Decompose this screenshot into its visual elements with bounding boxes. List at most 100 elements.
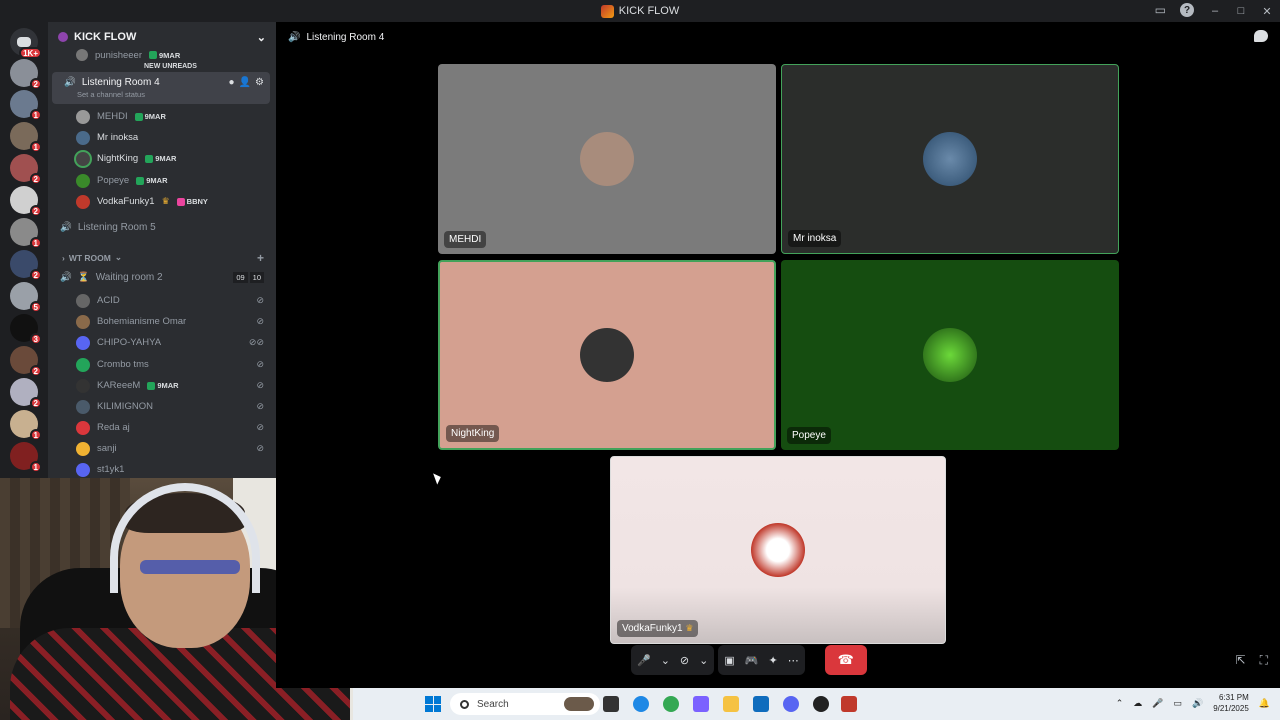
member-row[interactable]: ACID ⊘: [48, 290, 276, 311]
popout-icon[interactable]: ⇱: [1236, 653, 1246, 668]
channel-sidebar: KICK FLOW ⌄ punisheeer 9MAR NEW UNREADS …: [48, 22, 276, 478]
search-box[interactable]: Search: [450, 693, 600, 715]
role-icon: [176, 197, 185, 206]
member-row[interactable]: VodkaFunky1 ♛ BBNY: [48, 191, 276, 212]
role-icon: [136, 176, 145, 185]
member-row[interactable]: sanji ⊘: [48, 438, 276, 459]
display-icon[interactable]: ▭: [1173, 698, 1182, 709]
participant-tile[interactable]: MEHDI: [438, 64, 776, 254]
channel-listening-room-4[interactable]: 🔊 Listening Room 4 Set a channel status …: [52, 72, 270, 104]
member-row[interactable]: KAReeeM 9MAR ⊘: [48, 375, 276, 396]
member-row[interactable]: CHIPO-YAHYA ⊘⊘: [48, 332, 276, 353]
server-icon[interactable]: 2: [10, 154, 42, 185]
participant-tile[interactable]: NightKing: [438, 260, 776, 450]
microphone-icon[interactable]: 🎤: [637, 654, 651, 667]
server-icon[interactable]: 1: [10, 122, 42, 153]
start-button[interactable]: [425, 696, 441, 712]
avatar: [580, 328, 634, 382]
server-icon[interactable]: 1: [10, 442, 42, 473]
deafen-icon: ⊘⊘: [248, 337, 264, 347]
search-icon: [460, 699, 469, 709]
chat-icon[interactable]: ●: [229, 77, 235, 88]
activity-icon[interactable]: 🎮: [745, 654, 759, 667]
server-name: KICK FLOW: [74, 31, 137, 43]
member-row[interactable]: Crombo tms ⊘: [48, 354, 276, 375]
server-icon[interactable]: 1: [10, 410, 42, 441]
user-limit: 10: [249, 272, 264, 283]
more-icon[interactable]: ⋯: [788, 654, 799, 667]
fullscreen-icon[interactable]: ⛶: [1260, 653, 1268, 668]
screen-share-icon[interactable]: ▣: [724, 654, 734, 667]
chevron-down-icon[interactable]: ⌄: [661, 654, 670, 667]
discord-icon[interactable]: [783, 696, 799, 712]
member-row[interactable]: punisheeer 9MAR: [48, 48, 276, 62]
server-icon[interactable]: 2: [10, 186, 42, 217]
chat-icon[interactable]: [1254, 30, 1268, 42]
server-icon[interactable]: 1: [10, 90, 42, 121]
member-row[interactable]: NightKing 9MAR: [48, 148, 276, 169]
server-icon[interactable]: 2: [10, 59, 42, 90]
participant-tile[interactable]: Mr inoksa: [781, 64, 1119, 254]
camera-off-icon[interactable]: ⊘: [680, 654, 689, 667]
participant-tile[interactable]: Popeye: [781, 260, 1119, 450]
member-row[interactable]: Popeye 9MAR: [48, 170, 276, 191]
server-icon[interactable]: 1: [10, 218, 42, 249]
server-icon[interactable]: 2: [10, 378, 42, 409]
task-view-icon[interactable]: [603, 696, 619, 712]
help-icon[interactable]: ?: [1180, 3, 1194, 17]
copilot-icon[interactable]: [693, 696, 709, 712]
mute-icon: ⊘: [256, 359, 264, 369]
call-title: Listening Room 4: [306, 31, 385, 43]
app-icon[interactable]: [841, 696, 857, 712]
channel-waiting-room-2[interactable]: 🔊 ⏳ Waiting room 2 09 10: [48, 267, 276, 288]
minimize-button[interactable]: –: [1202, 5, 1228, 17]
crown-icon: ♛: [685, 623, 694, 633]
add-channel-icon[interactable]: +: [257, 251, 264, 265]
chevron-down-icon[interactable]: ⌄: [257, 31, 266, 44]
clock[interactable]: 6:31 PM 9/21/2025: [1213, 692, 1249, 714]
mic-icon[interactable]: 🎤: [1152, 698, 1163, 709]
gear-icon[interactable]: ⚙: [255, 77, 264, 88]
discord-icon: [17, 37, 31, 47]
server-icon[interactable]: 2: [10, 346, 42, 377]
store-icon[interactable]: [753, 696, 769, 712]
close-button[interactable]: ✕: [1254, 5, 1280, 18]
soundboard-icon[interactable]: ✦: [768, 654, 777, 667]
edge-icon[interactable]: [633, 696, 649, 712]
member-row[interactable]: Bohemianisme Omar ⊘: [48, 311, 276, 332]
hourglass-icon: ⏳: [77, 272, 90, 283]
member-row[interactable]: KILIMIGNON ⊘: [48, 396, 276, 417]
category-header[interactable]: › WT ROOM ⌄ +: [48, 247, 276, 268]
channel-status[interactable]: Set a channel status: [77, 90, 145, 99]
member-row[interactable]: MEHDI 9MAR: [48, 106, 276, 127]
mute-icon: ⊘: [256, 316, 264, 326]
volume-icon[interactable]: 🔊: [1192, 698, 1203, 709]
server-icon[interactable]: 5: [10, 282, 42, 313]
inbox-icon[interactable]: ▭: [1155, 3, 1166, 17]
notifications-icon[interactable]: 🔔: [1259, 698, 1270, 709]
voice-channel-icon: 🔊: [64, 77, 76, 88]
mute-icon: ⊘: [256, 295, 264, 305]
server-icon[interactable]: 2: [10, 250, 42, 281]
server-icon[interactable]: 3: [10, 314, 42, 345]
home-badge: 1K+: [19, 47, 42, 59]
invite-icon[interactable]: 👤: [239, 77, 251, 88]
obs-icon[interactable]: [813, 696, 829, 712]
member-row[interactable]: Mr inoksa: [48, 127, 276, 148]
chevron-up-icon[interactable]: ⌃: [1116, 698, 1124, 709]
disconnect-button[interactable]: ☎: [824, 645, 867, 675]
home-button[interactable]: 1K+: [10, 28, 42, 59]
participant-tile[interactable]: VodkaFunky1 ♛: [610, 456, 946, 644]
network-icon[interactable]: ☁: [1133, 698, 1142, 709]
role-icon: [147, 381, 156, 390]
chrome-icon[interactable]: [663, 696, 679, 712]
maximize-button[interactable]: □: [1228, 5, 1254, 17]
voice-channel-icon: 🔊: [60, 222, 72, 233]
member-row[interactable]: Reda aj ⊘: [48, 417, 276, 438]
chevron-right-icon: ›: [62, 252, 65, 263]
file-explorer-icon[interactable]: [723, 696, 739, 712]
channel-listening-room-5[interactable]: 🔊 Listening Room 5: [48, 217, 276, 238]
chevron-down-icon[interactable]: ⌄: [699, 654, 708, 667]
member-row[interactable]: st1yk1: [48, 459, 276, 478]
new-unreads-banner[interactable]: NEW UNREADS: [138, 62, 203, 71]
